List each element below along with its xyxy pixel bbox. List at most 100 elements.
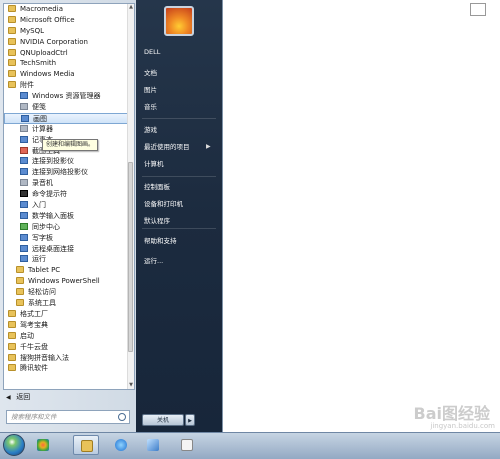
program-item[interactable]: 写字板 [4, 233, 130, 244]
program-item[interactable]: 画图 [4, 112, 130, 124]
program-item[interactable]: 便笺 [4, 102, 130, 113]
program-list: Macromedia Microsoft Office MySQL NVIDIA Co… [4, 4, 130, 389]
program-item[interactable]: 录音机 [4, 178, 130, 189]
search-icon[interactable] [118, 413, 126, 421]
program-label: QNUploadCtrl [20, 48, 68, 57]
right-menu-item[interactable]: 图片 [144, 84, 157, 96]
program-folder[interactable]: 启动 [4, 331, 130, 342]
shutdown-button[interactable]: 关机 [142, 414, 184, 426]
program-folder[interactable]: 格式工厂 [4, 309, 130, 320]
program-item[interactable]: 运行 [4, 254, 130, 265]
program-item[interactable]: Windows 资源管理器 [4, 91, 130, 102]
program-label: 画图 [33, 114, 47, 123]
right-menu-item[interactable]: 游戏 [144, 124, 157, 136]
taskbar-button-ie[interactable] [108, 435, 134, 455]
right-menu-label: 计算机 [144, 160, 164, 168]
folder-icon [8, 48, 16, 56]
back-button[interactable]: ◀ 返回 [6, 391, 130, 404]
program-item[interactable]: 连接到投影仪 [4, 156, 130, 167]
program-folder[interactable]: 千牛云盘 [4, 342, 130, 353]
taskbar-button-explorer[interactable] [73, 435, 99, 455]
folder-icon [8, 309, 16, 317]
right-menu-item[interactable]: 最近使用的项目 ▶ [144, 141, 211, 153]
program-item[interactable]: 入门 [4, 200, 130, 211]
folder-icon [8, 353, 16, 361]
right-menu-item[interactable]: DELL [144, 46, 160, 58]
app-icon [20, 124, 28, 132]
program-label: 入门 [32, 201, 46, 210]
right-menu-item[interactable]: 音乐 [144, 101, 157, 113]
program-item[interactable]: 数学输入面板 [4, 211, 130, 222]
program-folder[interactable]: Windows PowerShell [4, 276, 130, 287]
program-label: TechSmith [20, 59, 57, 68]
program-label: 腾讯软件 [20, 364, 48, 373]
folder-icon [8, 5, 16, 12]
program-label: Windows Media [20, 70, 75, 79]
program-item[interactable]: 命令提示符 [4, 189, 130, 200]
scroll-up-icon[interactable]: ▲ [128, 4, 134, 11]
app-icon [20, 157, 28, 165]
scrollbar[interactable]: ▲ ▼ [127, 4, 134, 389]
program-label: 格式工厂 [20, 309, 48, 318]
back-arrow-icon: ◀ [6, 394, 11, 401]
right-menu-item[interactable]: 控制面板 [144, 181, 170, 193]
right-menu-label: 游戏 [144, 126, 157, 134]
right-menu-label: 设备和打印机 [144, 200, 183, 208]
program-folder[interactable]: Macromedia [4, 4, 130, 15]
program-item[interactable]: 同步中心 [4, 222, 130, 233]
right-menu-label: 最近使用的项目 [144, 143, 190, 151]
program-label: 系统工具 [28, 299, 56, 308]
folder-icon [8, 331, 16, 339]
program-label: 连接到网络投影仪 [32, 168, 88, 177]
program-item[interactable]: 远程桌面连接 [4, 244, 130, 255]
app-icon [20, 146, 28, 154]
taskbar-button-word[interactable] [174, 435, 200, 455]
right-menu-item[interactable]: 计算机 [144, 158, 164, 170]
tooltip: 创建和编辑图画。 [42, 139, 99, 151]
scrollbar-thumb[interactable] [128, 162, 133, 352]
right-menu-label: 音乐 [144, 103, 157, 111]
folder-icon [8, 364, 16, 372]
right-menu-item[interactable]: 帮助和支持 [144, 235, 177, 247]
taskbar-button-app[interactable] [140, 435, 166, 455]
folder-icon [16, 288, 24, 296]
program-folder[interactable]: 系统工具 [4, 298, 130, 309]
scroll-down-icon[interactable]: ▼ [128, 382, 134, 389]
program-label: 运行 [32, 255, 46, 264]
start-orb-icon[interactable] [3, 434, 25, 456]
program-folder[interactable]: QNUploadCtrl [4, 48, 130, 59]
document-icon [181, 439, 193, 451]
search-input[interactable]: 搜索程序和文件 [6, 410, 130, 424]
program-folder[interactable]: 驾考宝典 [4, 320, 130, 331]
program-folder[interactable]: NVIDIA Corporation [4, 37, 130, 48]
program-folder[interactable]: 搜狗拼音输入法 [4, 353, 130, 364]
program-folder[interactable]: Tablet PC [4, 265, 130, 276]
right-menu-item[interactable]: 运行... [144, 255, 163, 267]
folder-icon [8, 320, 16, 328]
right-menu-item[interactable]: 设备和打印机 [144, 198, 183, 210]
program-folder[interactable]: TechSmith [4, 58, 130, 69]
program-folder[interactable]: MySQL [4, 26, 130, 37]
right-menu-label: DELL [144, 48, 161, 56]
program-label: 附件 [20, 81, 34, 90]
program-item[interactable]: 连接到网络投影仪 [4, 167, 130, 178]
folder-icon [16, 299, 24, 307]
program-folder[interactable]: Microsoft Office [4, 15, 130, 26]
back-label: 返回 [16, 393, 31, 401]
program-label: NVIDIA Corporation [20, 37, 88, 46]
right-menu-item[interactable]: 默认程序 [144, 215, 170, 227]
taskbar-button-media[interactable] [30, 435, 56, 455]
user-avatar[interactable] [164, 6, 194, 36]
app-icon [20, 179, 28, 187]
right-menu-item[interactable]: 文档 [144, 67, 157, 79]
program-folder[interactable]: 轻松访问 [4, 287, 130, 298]
program-folder[interactable]: 附件 [4, 80, 130, 91]
folder-icon [8, 342, 16, 350]
shutdown-options-icon[interactable]: ▶ [185, 414, 195, 426]
program-item[interactable]: 计算器 [4, 124, 130, 135]
program-folder[interactable]: 腾讯软件 [4, 363, 130, 374]
right-menu-label: 文档 [144, 69, 157, 77]
app-icon [20, 211, 28, 219]
program-folder[interactable]: Windows Media [4, 69, 130, 80]
separator [142, 118, 216, 119]
